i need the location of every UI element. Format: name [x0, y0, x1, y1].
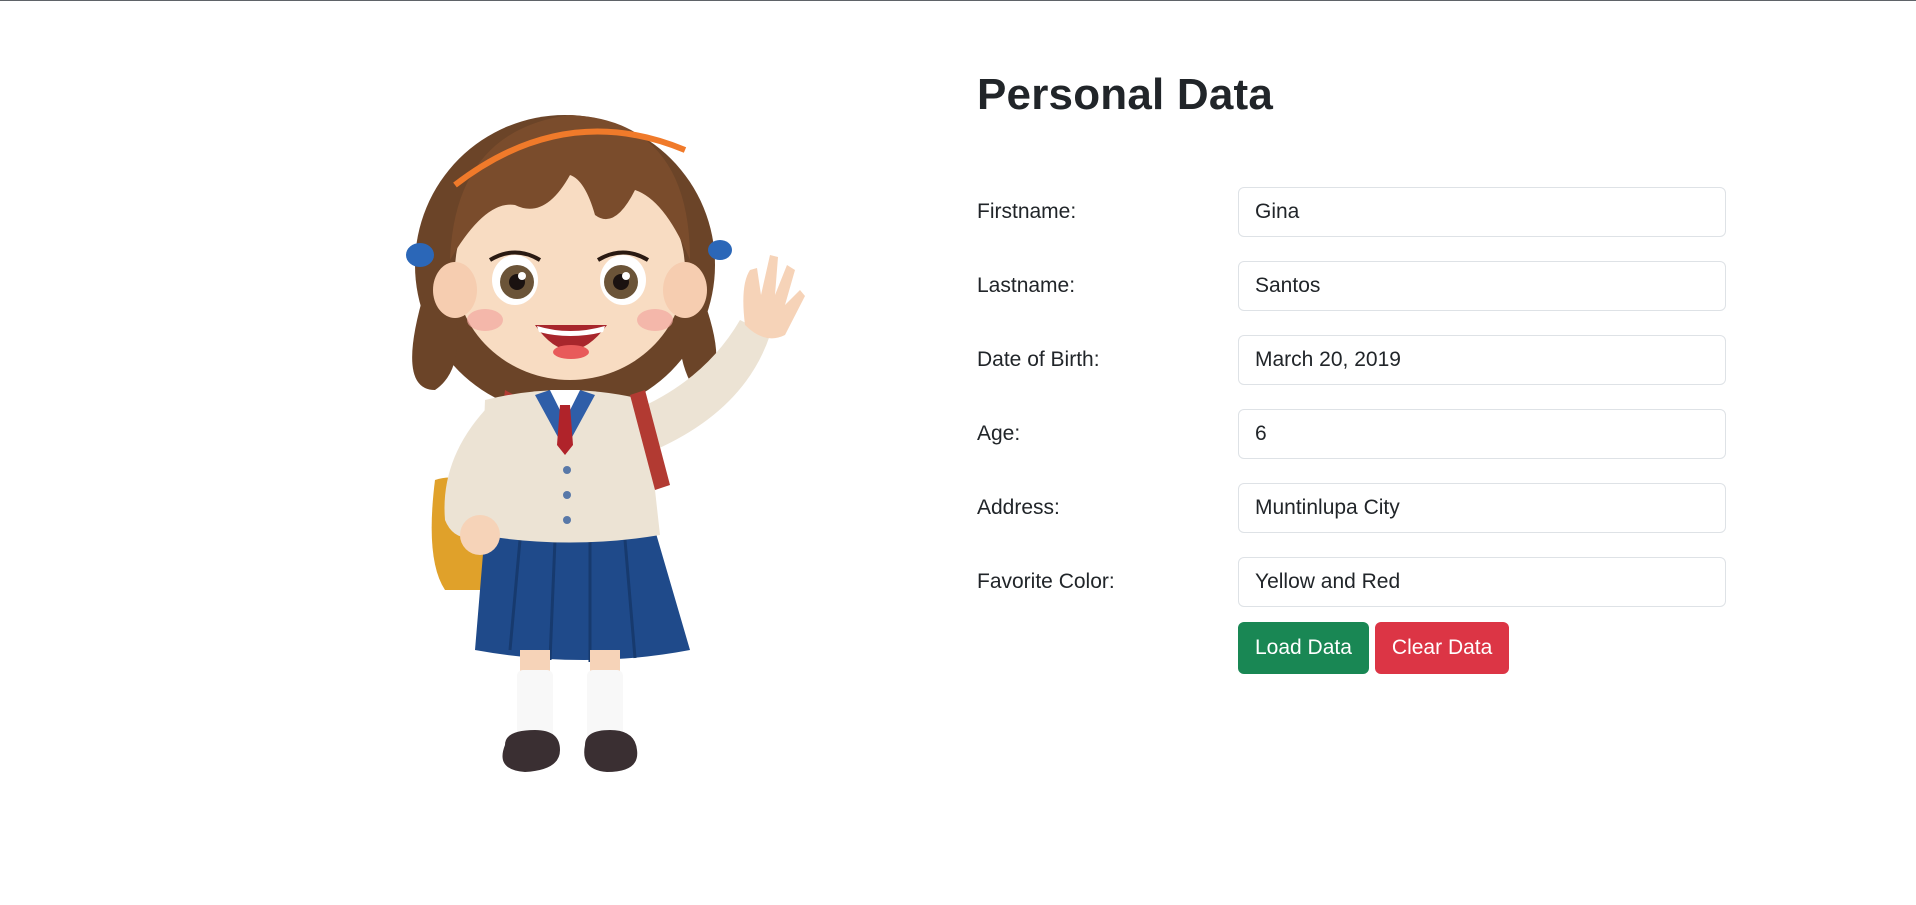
clear-data-button[interactable]: Clear Data — [1374, 622, 1510, 674]
form-row-age: Age: — [977, 408, 1737, 460]
lastname-input[interactable] — [1238, 261, 1726, 311]
firstname-input[interactable] — [1238, 187, 1726, 237]
page-title: Personal Data — [977, 70, 1274, 119]
schoolgirl-illustration — [406, 115, 805, 772]
favorite-color-label: Favorite Color: — [977, 570, 1115, 593]
form-row-date-of-birth: Date of Birth: — [977, 334, 1737, 386]
personal-data-form: Firstname: Lastname: Date of Birth: Age:… — [977, 186, 1737, 674]
address-input[interactable] — [1238, 483, 1726, 533]
form-row-address: Address: — [977, 482, 1737, 534]
date-of-birth-label: Date of Birth: — [977, 348, 1100, 371]
age-input[interactable] — [1238, 409, 1726, 459]
address-label: Address: — [977, 496, 1060, 519]
form-row-lastname: Lastname: — [977, 260, 1737, 312]
favorite-color-input[interactable] — [1238, 557, 1726, 607]
age-label: Age: — [977, 422, 1021, 445]
form-actions: Load Data Clear Data — [1238, 622, 1737, 674]
form-row-favorite-color: Favorite Color: — [977, 556, 1737, 608]
lastname-label: Lastname: — [977, 274, 1076, 297]
form-row-firstname: Firstname: — [977, 186, 1737, 238]
window-top-border — [0, 0, 1916, 1]
date-of-birth-input[interactable] — [1238, 335, 1726, 385]
firstname-label: Firstname: — [977, 200, 1077, 223]
personal-data-panel: Personal Data Firstname: Lastname: Date … — [977, 60, 1737, 674]
load-data-button[interactable]: Load Data — [1238, 622, 1369, 674]
